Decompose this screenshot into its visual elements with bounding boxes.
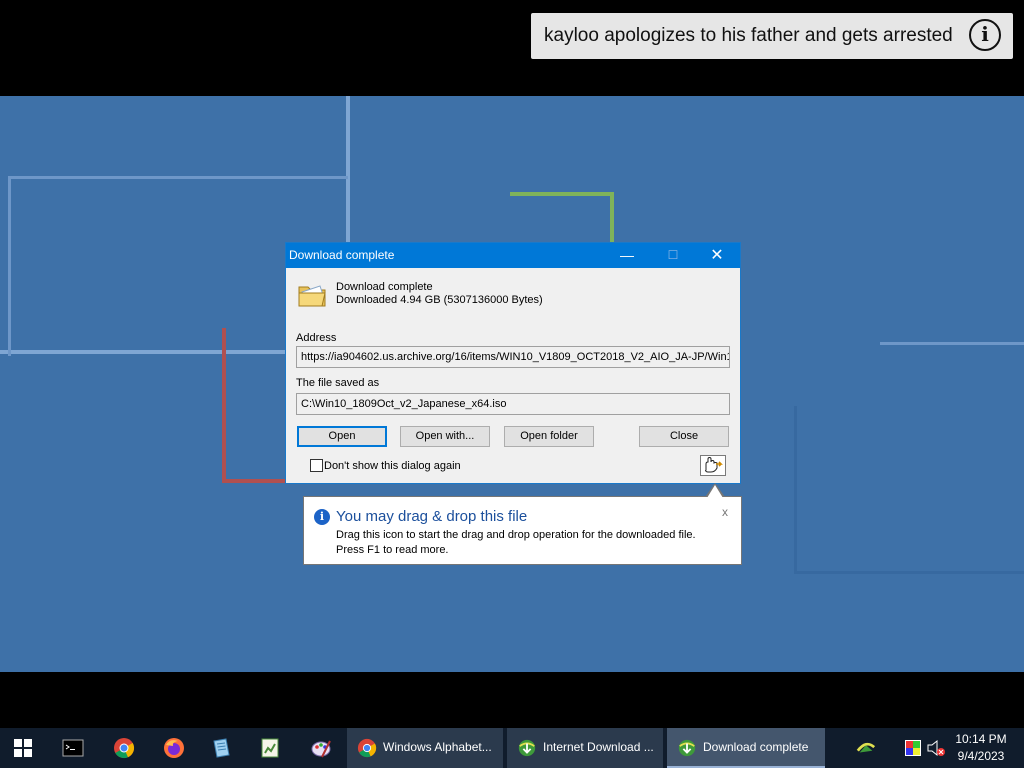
idm-icon xyxy=(518,739,536,757)
dialog-title: Download complete xyxy=(289,248,395,262)
info-icon: i xyxy=(314,509,330,525)
folder-icon xyxy=(298,285,326,307)
close-window-button[interactable]: ✕ xyxy=(694,243,740,268)
dont-show-checkbox[interactable] xyxy=(310,459,323,472)
paint-icon[interactable] xyxy=(298,728,344,768)
task-download-complete[interactable]: Download complete xyxy=(667,728,825,768)
address-label: Address xyxy=(296,332,337,344)
download-heading: Download complete xyxy=(336,281,433,293)
letterbox-bottom xyxy=(0,672,1024,728)
task-label: Internet Download ... xyxy=(543,740,654,754)
volume-muted-icon[interactable] xyxy=(926,738,946,758)
dialog-titlebar[interactable]: Download complete — ☐ ✕ xyxy=(286,243,740,268)
saved-as-label: The file saved as xyxy=(296,377,380,389)
task-internet-download[interactable]: Internet Download ... xyxy=(507,728,663,768)
address-field[interactable]: https://ia904602.us.archive.org/16/items… xyxy=(296,346,730,368)
maximize-button[interactable]: ☐ xyxy=(650,243,696,268)
cmd-icon[interactable] xyxy=(50,728,96,768)
task-windows-alphabet[interactable]: Windows Alphabet... xyxy=(347,728,503,768)
drag-drop-icon[interactable] xyxy=(700,455,726,476)
chrome-icon xyxy=(357,738,377,758)
task-label: Windows Alphabet... xyxy=(383,740,492,754)
wallpaper-shape xyxy=(794,406,1024,574)
task-label: Download complete xyxy=(703,740,809,754)
tooltip-close-icon[interactable]: x xyxy=(722,505,728,519)
open-button[interactable]: Open xyxy=(297,426,387,447)
letterbox-top: kayloo apologizes to his father and gets… xyxy=(0,0,1024,96)
notepad-icon[interactable] xyxy=(198,728,244,768)
idm-icon xyxy=(678,739,696,757)
drag-drop-tooltip: i You may drag & drop this file Drag thi… xyxy=(303,483,742,565)
close-button[interactable]: Close xyxy=(639,426,729,447)
color-icon[interactable] xyxy=(903,738,923,758)
caption-text: kayloo apologizes to his father and gets… xyxy=(544,25,953,46)
saved-path-field[interactable]: C:\Win10_1809Oct_v2_Japanese_x64.iso xyxy=(296,393,730,415)
tooltip-pointer-fill xyxy=(707,485,723,498)
download-size: Downloaded 4.94 GB (5307136000 Bytes) xyxy=(336,294,543,306)
clock-time: 10:14 PM xyxy=(955,732,1007,746)
wallpaper-shape xyxy=(222,328,286,483)
tooltip-line: Press F1 to read more. xyxy=(336,544,449,556)
system-clock[interactable]: 10:14 PM 9/4/2023 xyxy=(948,731,1014,765)
open-with-button[interactable]: Open with... xyxy=(400,426,490,447)
caption-box: kayloo apologizes to his father and gets… xyxy=(531,13,1013,59)
open-folder-button[interactable]: Open folder xyxy=(504,426,594,447)
screen: kayloo apologizes to his father and gets… xyxy=(0,0,1024,768)
tooltip-title: You may drag & drop this file xyxy=(336,508,528,525)
tooltip-line: Drag this icon to start the drag and dro… xyxy=(336,529,696,541)
chrome-icon[interactable] xyxy=(101,728,147,768)
firefox-icon[interactable] xyxy=(151,728,197,768)
info-icon[interactable]: i xyxy=(969,19,1001,51)
idm-tray-icon[interactable] xyxy=(856,738,876,758)
taskbar: Windows Alphabet... Internet Download ..… xyxy=(0,728,1024,768)
tooltip-body: Drag this icon to start the drag and dro… xyxy=(336,528,696,558)
minimize-button[interactable]: — xyxy=(604,243,650,268)
app-icon[interactable] xyxy=(247,728,293,768)
dont-show-label[interactable]: Don't show this dialog again xyxy=(324,460,461,472)
start-icon[interactable] xyxy=(0,728,46,768)
clock-date: 9/4/2023 xyxy=(957,749,1005,763)
download-complete-dialog: Download complete — ☐ ✕ Download complet… xyxy=(285,242,741,484)
